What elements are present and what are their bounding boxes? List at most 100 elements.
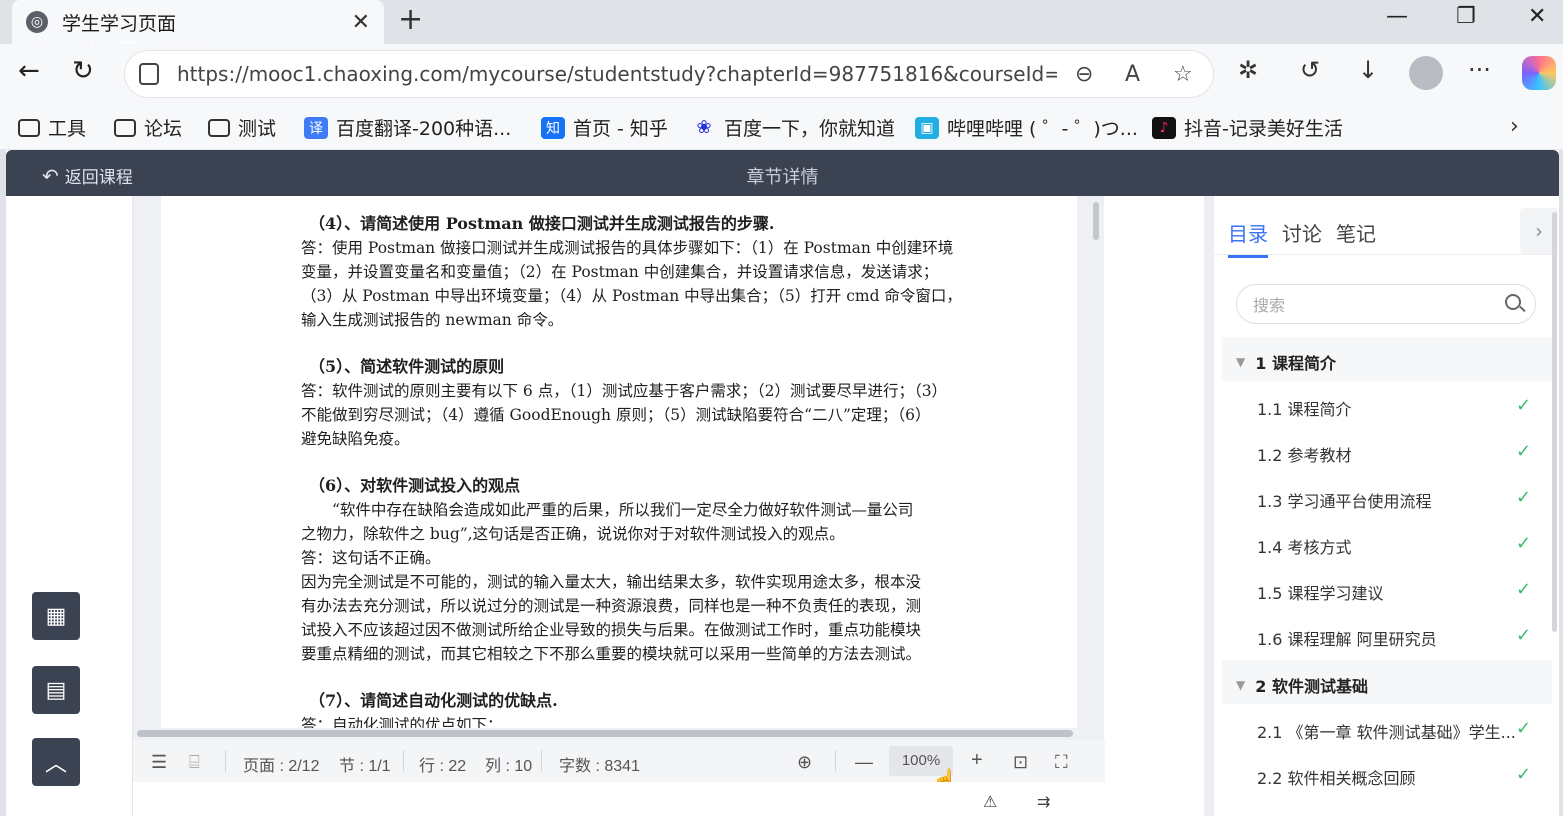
bookmark-douyin[interactable]: ♪ 抖音-记录美好生活 (1152, 114, 1343, 141)
history-icon[interactable]: ↺ (1300, 56, 1320, 84)
question-heading: （7）、请简述自动化测试的优缺点. (309, 691, 558, 710)
bookmarks-bar: 工具 论坛 测试 译百度翻译-200种语... 知首页 - 知乎 ❀ 百度一下，你… (0, 104, 1563, 150)
divider (403, 750, 404, 772)
chevron-right-icon[interactable]: › (1510, 114, 1519, 139)
left-toolbar: ▦ ▤ ︿ (6, 196, 132, 816)
vertical-scrollbar[interactable] (1093, 202, 1099, 240)
viewer-statusbar: ☰ ⌸ 页面 : 2/12 节 : 1/1 行 : 22 列 : 10 字数 :… (133, 740, 1105, 793)
profile-avatar[interactable] (1409, 56, 1443, 90)
panel-tabs: 目录 讨论 笔记 (1228, 218, 1376, 258)
section-item[interactable]: 2.2 软件相关概念回顾 (1257, 765, 1537, 789)
caret-down-icon: ▼ (1236, 355, 1246, 369)
bookmark-forum[interactable]: 论坛 (114, 114, 182, 141)
panel-scrollbar[interactable] (1552, 212, 1557, 632)
address-bar[interactable]: https://mooc1.chaoxing.com/mycourse/stud… (124, 50, 1214, 98)
globe-icon[interactable]: ⊕ (797, 752, 812, 773)
chevron-up-icon: ︿ (44, 752, 67, 777)
answer-line: 因为完全测试是不可能的，测试的输入量太大，输出结果太多，软件实现用途太多，根本没 (301, 573, 922, 591)
zoom-icon[interactable]: ⊖ (1075, 62, 1093, 87)
check-icon: ✓ (1516, 441, 1532, 462)
favorite-star-icon[interactable]: ☆ (1173, 62, 1193, 87)
answer-line: 变量，并设置变量名和变量值；（2）在 Postman 中创建集合，并设置请求信息… (301, 263, 939, 281)
answer-line: 答：自动化测试的优点如下： (301, 716, 503, 728)
divider (835, 750, 836, 772)
chat-button[interactable]: ▤ (32, 666, 80, 714)
horizontal-scrollbar[interactable] (137, 730, 1073, 737)
section-item[interactable]: 1.2 参考教材 (1257, 442, 1537, 466)
warning-icon[interactable]: ⚠ (983, 792, 997, 811)
answer-line: 答：软件测试的原则主要有以下 6 点，（1）测试应基于客户需求；（2）测试要尽早… (301, 382, 948, 400)
bookmark-zhihu[interactable]: 知首页 - 知乎 (541, 114, 668, 141)
bookmark-baidu-translate[interactable]: 译百度翻译-200种语... (304, 114, 511, 141)
section-indicator: 节 : 1/1 (339, 758, 391, 775)
chapter-1[interactable]: ▼ 1 课程简介 (1236, 350, 1336, 374)
bookmark-bilibili[interactable]: ▣ 哔哩哔哩 ( ゜- ゜)つ... (915, 114, 1138, 141)
folder-icon (114, 118, 136, 137)
answer-line: 不能做到穷尽测试；（4）遵循 GoodEnough 原则；（5）测试缺陷要符合“… (301, 406, 931, 424)
zoom-out-icon[interactable]: — (855, 752, 873, 773)
fullscreen-icon[interactable]: ⛶ (1055, 752, 1068, 773)
divider (541, 750, 542, 772)
close-tab-icon[interactable]: ✕ (352, 10, 370, 35)
bookmark-tools[interactable]: 工具 (18, 114, 86, 141)
chevron-right-icon: › (1535, 219, 1543, 243)
scroll-top-button[interactable]: ︿ (32, 738, 80, 786)
section-item[interactable]: 1.3 学习通平台使用流程 (1257, 488, 1537, 512)
caret-down-icon: ▼ (1236, 678, 1246, 692)
outline-icon[interactable]: ☰ (151, 752, 167, 773)
page-indicator: 页面 : 2/12 (243, 758, 320, 775)
page-title: 章节详情 (746, 167, 819, 188)
baidu-icon: ❀ (696, 117, 712, 138)
tab-catalog[interactable]: 目录 (1228, 218, 1268, 258)
zoom-in-icon[interactable]: + (971, 749, 983, 772)
new-tab-icon[interactable]: + (398, 2, 423, 37)
row-indicator: 行 : 22 (419, 758, 467, 775)
answer-line: 有办法去充分测试，所以说过分的测试是一种资源浪费，同样也是一种不负责任的表现，测 (301, 597, 922, 615)
chapter-2[interactable]: ▼ 2 软件测试基础 (1236, 673, 1368, 697)
check-icon: ✓ (1516, 487, 1532, 508)
section-item[interactable]: 1.6 课程理解 阿里研究员 (1257, 626, 1537, 650)
align-icon[interactable]: ⇉ (1037, 792, 1050, 811)
fit-page-icon[interactable]: ⊡ (1013, 752, 1028, 773)
read-aloud-icon[interactable]: A (1125, 62, 1140, 87)
refresh-icon[interactable]: ↻ (72, 56, 94, 86)
word-count: 字数 : 8341 (559, 758, 640, 775)
back-icon[interactable]: ← (18, 56, 40, 86)
check-icon: ✓ (1516, 718, 1532, 739)
download-icon[interactable]: ↓ (1358, 56, 1378, 84)
page: ↶ 返回课程 章节详情 ▦ ▤ ︿ （4）、请简述使用 Postman 做接口测… (6, 150, 1559, 816)
document-page[interactable]: （4）、请简述使用 Postman 做接口测试并生成测试报告的步骤. 答：使用 P… (161, 196, 1077, 728)
qrcode-button[interactable]: ▦ (32, 592, 80, 640)
answer-line: 答：使用 Postman 做接口测试并生成测试报告的具体步骤如下：（1）在 Po… (301, 239, 954, 257)
url-text[interactable]: https://mooc1.chaoxing.com/mycourse/stud… (177, 62, 1057, 86)
bookmark-baidu[interactable]: ❀ 百度一下，你就知道 (692, 114, 895, 141)
col-indicator: 列 : 10 (485, 758, 533, 775)
section-item[interactable]: 2.1 《第一章 软件测试基础》学生... (1257, 719, 1537, 743)
minimize-icon[interactable]: — (1386, 4, 1408, 29)
bookmark-test[interactable]: 测试 (208, 114, 276, 141)
section-item[interactable]: 1.1 课程简介 (1257, 396, 1537, 420)
extensions-icon[interactable]: ✲ (1238, 56, 1258, 84)
section-item[interactable]: 1.5 课程学习建议 (1257, 580, 1537, 604)
panel-divider[interactable] (1204, 196, 1214, 816)
tab-discussion[interactable]: 讨论 (1282, 218, 1322, 258)
answer-line: 要重点精细的测试，而其它相较之下不那么重要的模块就可以采用一些简单的方法去测试。 (301, 645, 922, 663)
answer-line: 避免缺陷免疫。 (301, 430, 410, 448)
catalog-search-input[interactable]: 搜索 (1236, 284, 1536, 324)
close-window-icon[interactable]: ✕ (1528, 4, 1546, 29)
search-icon[interactable] (1505, 294, 1521, 310)
section-item[interactable]: 1.4 考核方式 (1257, 534, 1537, 558)
check-icon: ✓ (1516, 579, 1532, 600)
more-menu-icon[interactable]: ··· (1468, 56, 1491, 84)
question-heading: （6）、对软件测试投入的观点 (309, 476, 521, 495)
answer-line: 答：这句话不正确。 (301, 549, 441, 567)
check-icon: ✓ (1516, 764, 1532, 785)
tab-notes[interactable]: 笔记 (1336, 218, 1376, 258)
restore-icon[interactable]: ❐ (1456, 4, 1476, 29)
question-heading: （5）、简述软件测试的原则 (309, 357, 505, 376)
copilot-icon[interactable] (1522, 56, 1556, 90)
bookmark-icon[interactable]: ⌸ (189, 752, 200, 773)
site-info-icon[interactable] (139, 63, 159, 85)
